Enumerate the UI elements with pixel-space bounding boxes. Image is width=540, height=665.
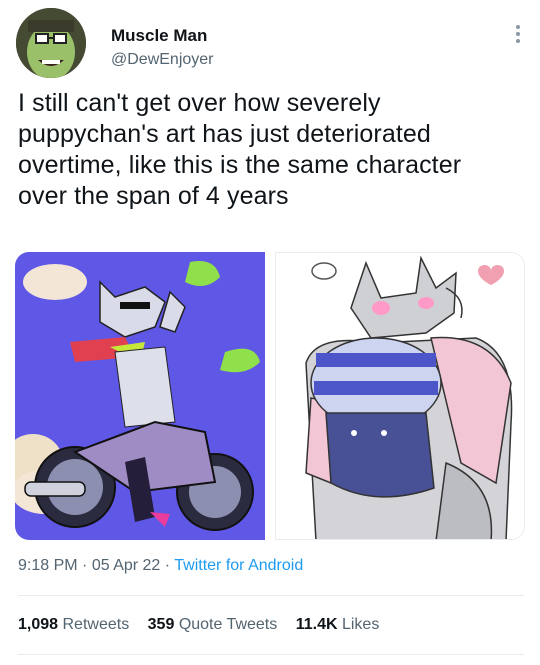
tweet-meta: 9:18 PM · 05 Apr 22 · Twitter for Androi… [18, 557, 303, 575]
tweet-stats: 1,098 Retweets 359 Quote Tweets 11.4K Li… [18, 616, 393, 634]
tweet-time[interactable]: 9:18 PM [18, 557, 78, 574]
retweets-stat[interactable]: 1,098 Retweets [18, 616, 129, 633]
avatar[interactable] [16, 8, 86, 78]
tweet-text-line: overtime, like this is the same characte… [18, 151, 462, 179]
retweets-count: 1,098 [18, 616, 59, 633]
quote-tweets-label: Quote Tweets [178, 616, 278, 633]
likes-count: 11.4K [295, 616, 338, 633]
quote-tweets-stat[interactable]: 359 Quote Tweets [148, 616, 278, 633]
divider [18, 654, 524, 655]
tweet-text-line: I still can't get over how severely [18, 89, 381, 117]
tweet-source-link[interactable]: Twitter for Android [174, 557, 303, 574]
more-options-icon[interactable] [512, 22, 524, 50]
tweet-header: Muscle Man @DewEnjoyer [16, 8, 524, 78]
separator: · [164, 557, 171, 574]
tweet-text: I still can't get over how severely pupp… [18, 88, 518, 212]
tweet-text-line: over the span of 4 years [18, 182, 289, 210]
tweet-text-line: puppychan's art has just deteriorated [18, 120, 431, 148]
retweets-label: Retweets [62, 616, 130, 633]
divider [18, 595, 524, 596]
likes-stat[interactable]: 11.4K Likes [296, 616, 380, 633]
user-handle[interactable]: @DewEnjoyer [111, 51, 214, 69]
tweet-image-left[interactable] [15, 252, 265, 540]
tweet-date[interactable]: 05 Apr 22 [92, 557, 161, 574]
separator: · [82, 557, 88, 574]
display-name[interactable]: Muscle Man [111, 26, 207, 46]
likes-label: Likes [341, 616, 380, 633]
tweet-image-right[interactable] [275, 252, 525, 540]
quote-tweets-count: 359 [147, 616, 175, 633]
